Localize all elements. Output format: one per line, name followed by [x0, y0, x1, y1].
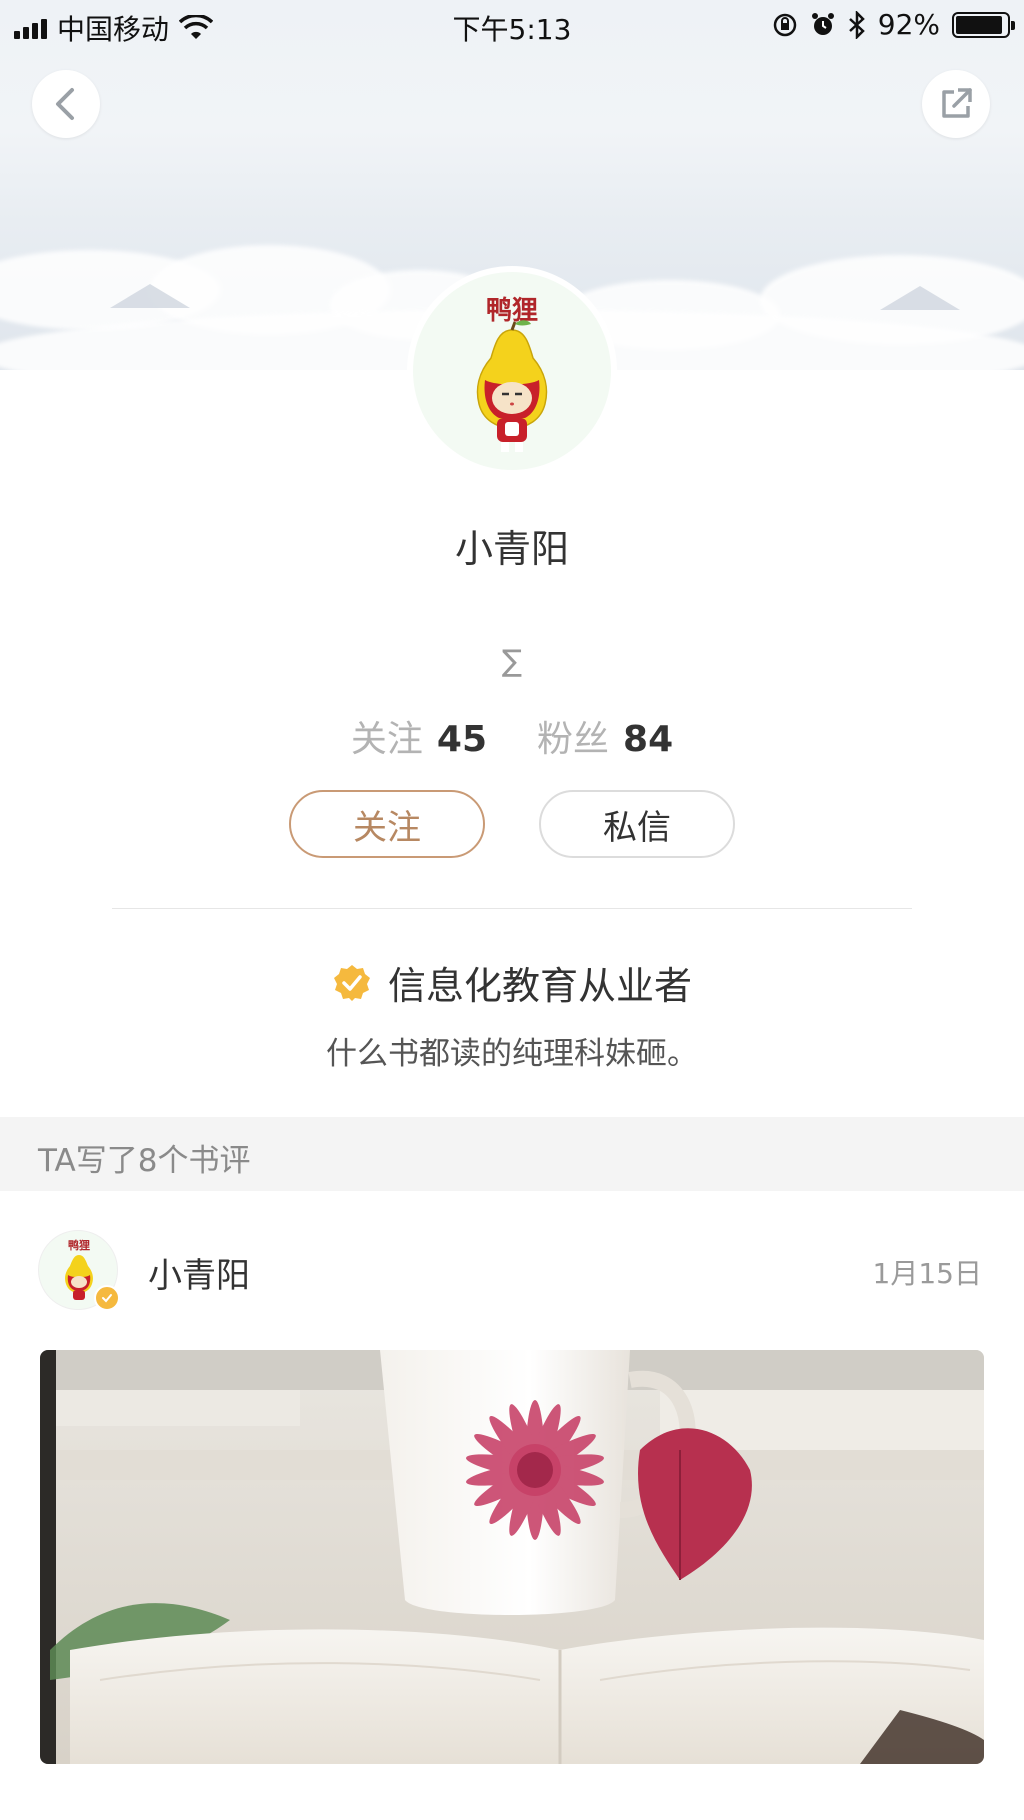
following-stat[interactable]: 关注 45	[351, 710, 487, 762]
verified-badge-icon	[94, 1285, 120, 1311]
bluetooth-icon	[848, 10, 865, 39]
reviews-section-header: TA写了8个书评	[0, 1117, 1024, 1191]
reviews-count-label: TA写了8个书评	[38, 1143, 251, 1179]
profile-avatar[interactable]: 鸭狸	[407, 266, 617, 476]
status-bar: 中国移动 下午5:13 92%	[0, 0, 1024, 52]
verified-badge-icon	[333, 964, 370, 1001]
back-button[interactable]	[32, 70, 100, 138]
profile-bio: 什么书都读的纯理科妹砸。	[326, 1036, 698, 1072]
share-external-icon	[942, 88, 972, 118]
rotation-lock-icon	[773, 13, 797, 36]
following-count: 45	[436, 719, 487, 760]
verified-title: 信息化教育从业者	[387, 964, 692, 1008]
post-date: 1月15日	[872, 1257, 982, 1290]
alarm-icon	[811, 12, 834, 35]
battery-percent: 92%	[877, 8, 940, 41]
pear-character-illustration	[476, 320, 548, 452]
share-button[interactable]	[922, 70, 990, 138]
divider	[112, 908, 912, 909]
author-name[interactable]: 小青阳	[148, 1248, 250, 1297]
verified-title-row: 信息化教育从业者	[0, 955, 1024, 1010]
battery-icon	[952, 11, 1015, 38]
message-button[interactable]: 私信	[539, 790, 735, 858]
following-label: 关注	[350, 719, 423, 760]
followers-label: 粉丝	[537, 719, 610, 760]
review-cover-image[interactable]	[40, 1350, 984, 1764]
profile-stats: 关注 45 粉丝 84	[0, 710, 1024, 762]
avatar-image: 鸭狸	[413, 272, 611, 470]
gender-icon: ∑	[501, 644, 523, 679]
followers-count: 84	[623, 719, 674, 760]
follow-button[interactable]: 关注	[289, 790, 485, 858]
followers-stat[interactable]: 粉丝 84	[537, 710, 673, 762]
chevron-left-icon	[56, 88, 74, 120]
profile-name: 小青阳	[454, 527, 569, 571]
